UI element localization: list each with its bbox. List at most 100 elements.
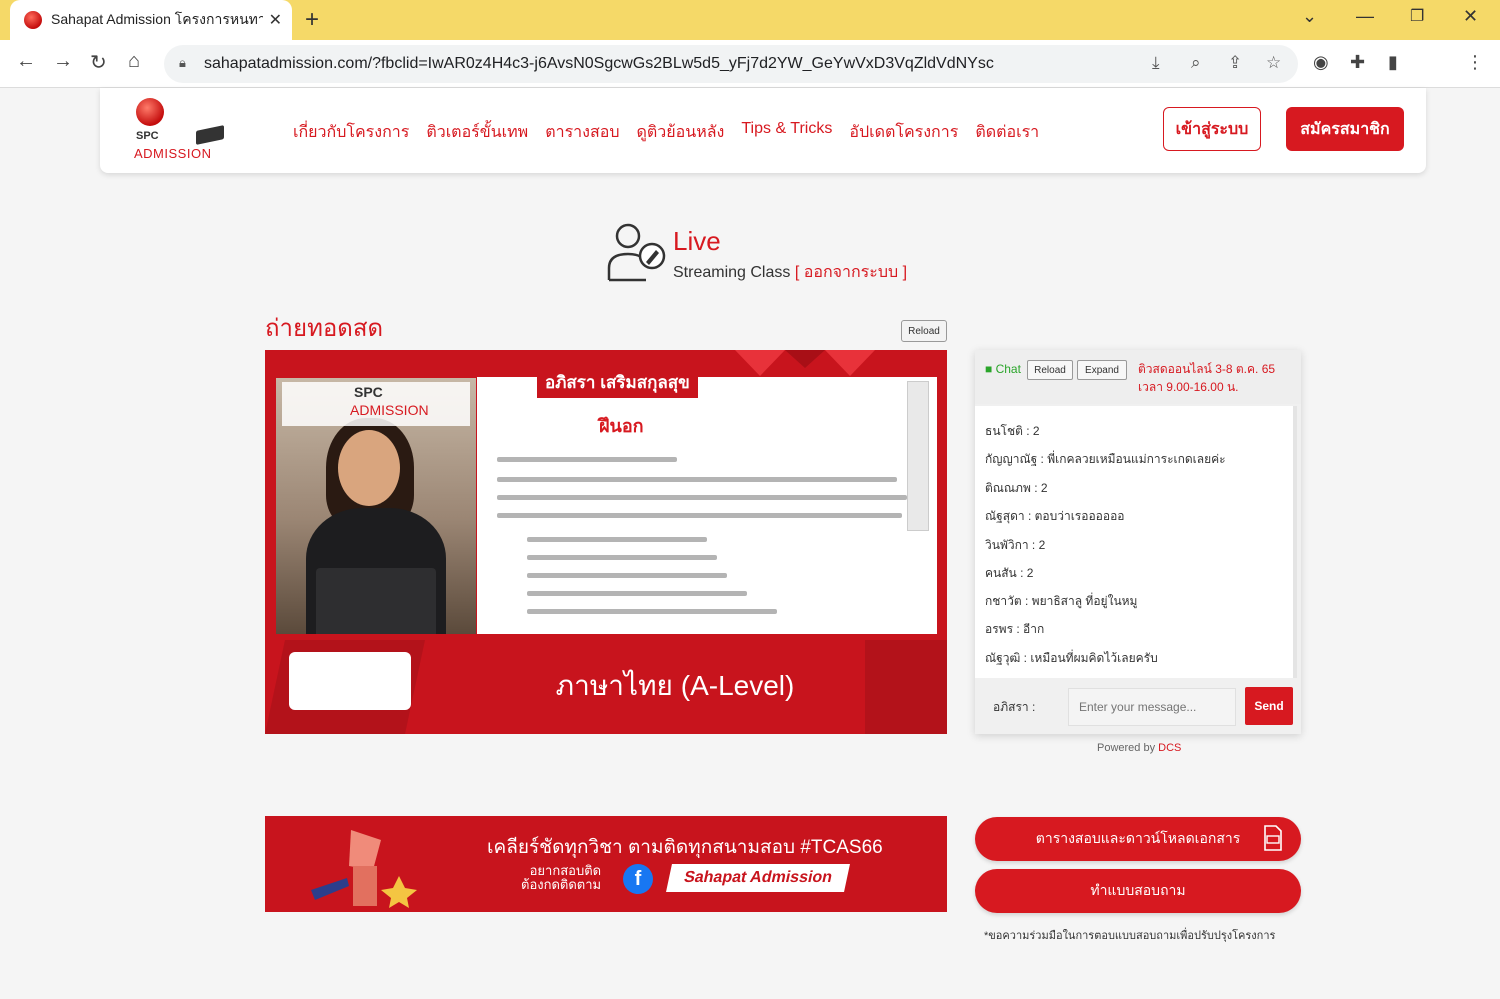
chat-message: วินพัวิกา : 2 — [985, 538, 1046, 552]
watermark-spc-text: SPC — [354, 384, 383, 400]
chat-message: ณัฐสุดา : ตอบว่าเรออออออ — [985, 509, 1125, 523]
promo-follow-line2: ต้องกดติดตาม — [521, 877, 602, 892]
chat-expand-button[interactable]: Expand — [1077, 360, 1127, 380]
menu-item-about[interactable]: เกี่ยวกับโครงการ — [293, 120, 409, 145]
bookmark-star-icon[interactable]: ☆ — [1266, 53, 1281, 73]
promo-follow-line1: อยากสอบติด — [529, 863, 602, 878]
send-button[interactable]: Send — [1245, 687, 1293, 725]
chat-panel: ■ Chat Reload Expand ติวสดออนไลน์ 3-8 ต.… — [975, 350, 1301, 734]
facebook-page-name: Sahapat Admission — [666, 864, 850, 892]
extensions-puzzle-icon[interactable]: ✚ — [1350, 52, 1365, 73]
share-icon[interactable]: ⇪ — [1228, 53, 1242, 73]
slide-text-line — [527, 609, 777, 614]
back-arrow-icon[interactable]: ← — [16, 50, 36, 73]
watermark-admission-text: ADMISSION — [350, 402, 429, 418]
logo-spc-text: SPC — [136, 130, 159, 142]
live-streaming-heading: Live Streaming Class [ ออกจากระบบ ] — [606, 222, 926, 284]
chat-message: กัญญาณัฐ : พี่เกคลวยเหมือนแม่การะเกดเลยค… — [985, 452, 1226, 466]
schedule-download-button[interactable]: ตารางสอบและดาวน์โหลดเอกสาร — [975, 817, 1301, 861]
chat-message: ธนโชติ : 2 — [985, 424, 1040, 438]
slide-text-line — [527, 555, 717, 560]
camera-watermark-logo: SPC ADMISSION — [282, 382, 470, 426]
survey-note: *ขอความร่วมมือในการตอบแบบสอบถามเพื่อปรับ… — [984, 930, 1276, 942]
browser-menu-icon[interactable]: ⋮ — [1466, 52, 1484, 73]
site-favicon-icon — [24, 11, 42, 29]
slide-text-line — [527, 573, 727, 578]
drawing-toolbar — [907, 381, 929, 531]
user-live-icon — [607, 223, 666, 282]
powered-by: Powered by DCS — [1097, 742, 1181, 754]
tab-search-chevron-icon[interactable]: ⌄ — [1302, 6, 1317, 27]
address-bar[interactable]: 🔒︎ sahapatadmission.com/?fbclid=IwAR0z4H… — [164, 45, 1298, 83]
slide-text-line — [497, 513, 902, 518]
page-title: ถ่ายทอดสด — [265, 315, 384, 342]
announcement-time: เวลา 9.00-16.00 น. — [1138, 380, 1239, 394]
forward-arrow-icon[interactable]: → — [53, 50, 73, 73]
menu-item-schedule[interactable]: ตารางสอบ — [545, 120, 619, 145]
chat-user-name: อภิสรา : — [993, 700, 1036, 714]
refresh-icon[interactable]: ↻ — [90, 50, 107, 75]
menu-item-tips[interactable]: Tips & Tricks — [741, 120, 832, 145]
teacher-camera-feed: SPC ADMISSION — [276, 378, 476, 634]
live-video-player[interactable]: SPC ADMISSION อภิสรา เสริมสกุลสุข ฝึนอก … — [265, 350, 947, 734]
menu-item-contact[interactable]: ติดต่อเรา — [975, 120, 1039, 145]
facebook-icon: f — [623, 864, 653, 894]
slide-text-line — [497, 495, 907, 500]
screenshot-camera-icon[interactable]: ◉ — [1313, 52, 1329, 73]
side-panel-icon[interactable]: ▮ — [1388, 52, 1398, 73]
menu-item-tutors[interactable]: ติวเตอร์ขั้นเทพ — [426, 120, 528, 145]
streaming-class-text: Streaming Class — [673, 264, 791, 281]
video-reload-button[interactable]: Reload — [901, 320, 947, 342]
survey-button[interactable]: ทำแบบสอบถาม — [975, 869, 1301, 913]
announcement-date: ติวสดออนไลน์ 3-8 ต.ค. 65 — [1138, 362, 1276, 376]
chat-header: ■ Chat Reload Expand ติวสดออนไลน์ 3-8 ต.… — [975, 350, 1301, 404]
new-tab-icon[interactable]: + — [305, 6, 319, 34]
register-button[interactable]: สมัครสมาชิก — [1286, 107, 1404, 151]
live-title: Live — [673, 226, 721, 256]
slide-text-line — [527, 537, 707, 542]
chat-message: ติณณภพ : 2 — [985, 481, 1048, 495]
tcas-promo-banner[interactable]: เคลียร์ชัดทุกวิชา ตามติดทุกสนามสอบ #TCAS… — [265, 816, 947, 912]
chat-message: กชาวัต : พยาธิสาลู ที่อยู่ในหมู — [985, 594, 1138, 608]
menu-item-replay[interactable]: ดูติวย้อนหลัง — [637, 120, 725, 145]
lesson-slide: อภิสรา เสริมสกุลสุข ฝึนอก — [477, 367, 937, 634]
lock-icon[interactable]: 🔒︎ — [179, 55, 186, 71]
browser-tab[interactable]: Sahapat Admission โครงการหนทาง ✕ — [10, 0, 292, 40]
chat-input-row: อภิสรา : Send — [975, 680, 1301, 734]
schedule-download-label: ตารางสอบและดาวน์โหลดเอกสาร — [1035, 830, 1241, 846]
restore-icon[interactable]: ❐ — [1410, 6, 1424, 26]
powered-by-brand[interactable]: DCS — [1158, 742, 1181, 754]
main-menu: เกี่ยวกับโครงการ ติวเตอร์ขั้นเทพ ตารางสอ… — [293, 120, 1039, 145]
chat-tab-text: Chat — [995, 362, 1021, 376]
chat-tab-label[interactable]: ■ Chat — [985, 362, 1021, 376]
slide-text-line — [497, 477, 897, 482]
raised-fist-icon — [311, 830, 417, 908]
close-window-icon[interactable]: ✕ — [1463, 6, 1478, 27]
url-text[interactable]: sahapatadmission.com/?fbclid=IwAR0z4H4c3… — [204, 55, 994, 73]
logout-link[interactable]: [ ออกจากระบบ ] — [795, 264, 907, 281]
chat-message: คนสัน : 2 — [985, 566, 1034, 580]
close-tab-icon[interactable]: ✕ — [269, 10, 282, 30]
zoom-icon[interactable]: ⌕ — [1191, 53, 1201, 73]
chat-reload-button[interactable]: Reload — [1027, 360, 1073, 380]
slide-text-line — [497, 457, 677, 462]
slide-title: อภิสรา เสริมสกุลสุข — [537, 367, 698, 398]
tab-title: Sahapat Admission โครงการหนทาง — [51, 11, 263, 27]
install-app-icon[interactable]: ⤓ — [1152, 53, 1160, 73]
menu-item-updates[interactable]: อัปเดตโครงการ — [849, 120, 958, 145]
chat-announcement: ติวสดออนไลน์ 3-8 ต.ค. 65 เวลา 9.00-16.00… — [1138, 360, 1275, 396]
live-subtitle: Streaming Class [ ออกจากระบบ ] — [673, 260, 907, 285]
minimize-icon[interactable]: — — [1356, 6, 1374, 27]
site-logo[interactable]: SPC ADMISSION — [134, 98, 226, 162]
chat-messages-list[interactable]: ธนโชติ : 2 กัญญาณัฐ : พี่เกคลวยเหมือนแม่… — [975, 406, 1297, 678]
chat-message: อรพร : อีาก — [985, 622, 1045, 636]
site-header: SPC ADMISSION เกี่ยวกับโครงการ ติวเตอร์ข… — [100, 88, 1426, 173]
laptop-image — [316, 568, 436, 634]
chat-message-input[interactable] — [1068, 688, 1236, 726]
login-button[interactable]: เข้าสู่ระบบ — [1163, 107, 1261, 151]
promo-headline: เคลียร์ชัดทุกวิชา ตามติดทุกสนามสอบ #TCAS… — [487, 837, 883, 858]
browser-tab-bar: Sahapat Admission โครงการหนทาง ✕ + ⌄ — ❐… — [0, 0, 1500, 40]
teacher-face — [338, 430, 400, 506]
home-icon[interactable]: ⌂ — [128, 50, 140, 73]
survey-label: ทำแบบสอบถาม — [1090, 882, 1186, 898]
